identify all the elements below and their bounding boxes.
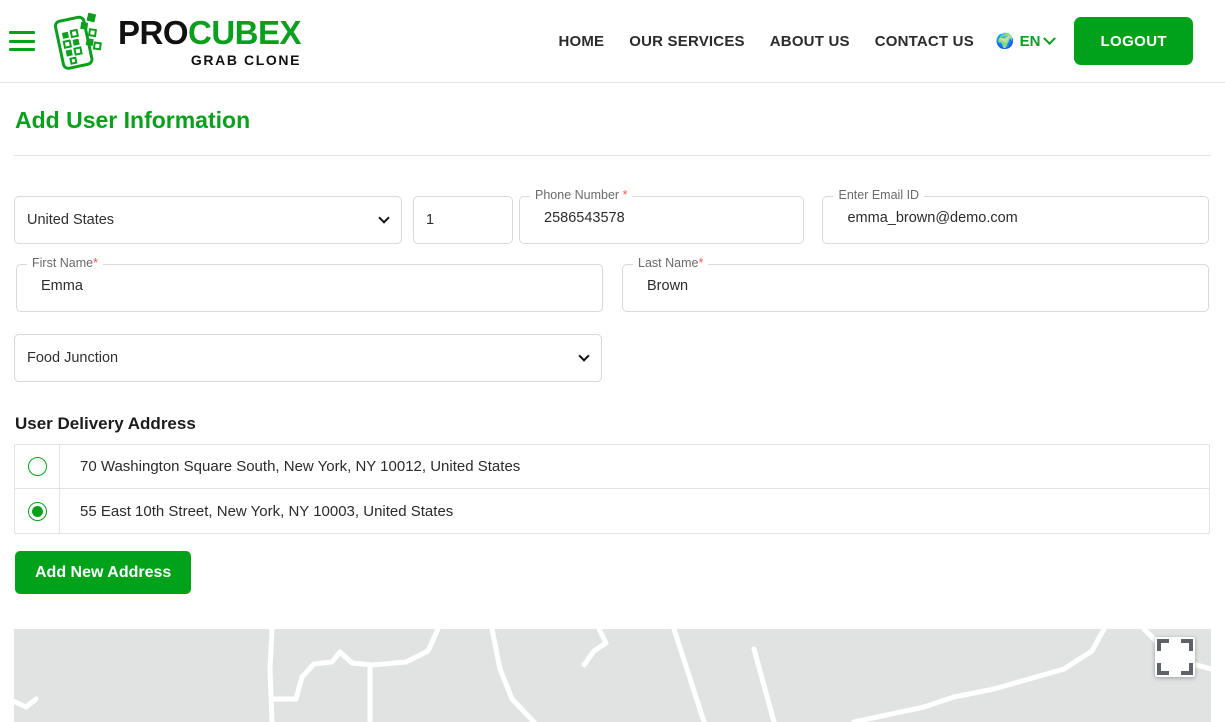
restaurant-select[interactable]: Food Junction	[14, 334, 602, 382]
radio-dot	[32, 506, 43, 517]
language-code: EN	[1020, 33, 1041, 50]
last-name-label-text: Last Name	[638, 256, 698, 270]
address-text: 55 East 10th Street, New York, NY 10003,…	[60, 503, 453, 520]
country-select[interactable]: United States	[14, 196, 402, 244]
first-name-label: First Name*	[27, 257, 103, 270]
last-name-label: Last Name*	[633, 257, 708, 270]
required-asterisk: *	[623, 188, 628, 202]
delivery-map[interactable]	[14, 629, 1211, 722]
hamburger-bar	[9, 40, 35, 43]
main-navigation: HOME OUR SERVICES ABOUT US CONTACT US 🌍 …	[558, 0, 1225, 82]
hamburger-bar	[9, 48, 35, 51]
page-title: Add User Information	[15, 107, 1211, 134]
add-new-address-button[interactable]: Add New Address	[15, 551, 191, 594]
site-header: PROCUBEX GRAB CLONE HOME OUR SERVICES AB…	[0, 0, 1225, 83]
phone-number-label: Phone Number *	[530, 189, 632, 202]
restaurant-select-wrapper: Food Junction	[14, 334, 602, 382]
address-row[interactable]: 55 East 10th Street, New York, NY 10003,…	[15, 489, 1209, 533]
email-field: Enter Email ID	[822, 196, 1209, 244]
required-asterisk: *	[93, 256, 98, 270]
phone-number-label-text: Phone Number	[535, 188, 619, 202]
brand-wordmark: PROCUBEX GRAB CLONE	[118, 16, 301, 67]
hamburger-bar	[9, 31, 35, 34]
chevron-down-icon	[1044, 32, 1057, 45]
address-radio-selected[interactable]	[28, 502, 47, 521]
address-radio-cell[interactable]	[15, 489, 60, 533]
language-selector[interactable]: 🌍 EN	[996, 33, 1055, 50]
map-roads	[14, 629, 1211, 722]
delivery-address-heading: User Delivery Address	[15, 414, 1211, 434]
globe-icon: 🌍	[996, 34, 1015, 49]
nav-our-services[interactable]: OUR SERVICES	[629, 33, 745, 50]
nav-about-us[interactable]: ABOUT US	[770, 33, 850, 50]
first-name-label-text: First Name	[32, 256, 93, 270]
logout-button[interactable]: LOGOUT	[1074, 17, 1193, 65]
country-select-wrapper: United States	[14, 196, 402, 244]
map-fullscreen-button[interactable]	[1155, 637, 1195, 677]
procubex-phone-logo-icon	[53, 12, 111, 70]
fullscreen-icon	[1155, 637, 1195, 677]
brand-name-cubex: CUBEX	[188, 14, 301, 51]
nav-contact-us[interactable]: CONTACT US	[875, 33, 974, 50]
country-code-input[interactable]	[413, 196, 513, 244]
first-name-field: First Name*	[16, 264, 603, 312]
brand-name-pro: PRO	[118, 14, 188, 51]
page-content: Add User Information United States Phone…	[0, 107, 1225, 594]
address-text: 70 Washington Square South, New York, NY…	[60, 458, 520, 475]
last-name-input[interactable]	[635, 271, 1196, 301]
required-asterisk: *	[698, 256, 703, 270]
form-row-contact: United States Phone Number * Enter Email…	[14, 196, 1211, 244]
form-row-restaurant: Food Junction	[14, 334, 1211, 382]
brand-logo[interactable]: PROCUBEX GRAB CLONE	[53, 12, 301, 70]
last-name-field: Last Name*	[622, 264, 1209, 312]
first-name-input[interactable]	[29, 271, 590, 301]
brand-tagline: GRAB CLONE	[118, 53, 301, 67]
phone-number-input[interactable]	[532, 203, 791, 233]
form-row-name: First Name* Last Name*	[14, 264, 1211, 312]
nav-home[interactable]: HOME	[558, 33, 604, 50]
email-label: Enter Email ID	[833, 189, 924, 202]
title-divider	[14, 155, 1211, 156]
address-radio-cell[interactable]	[15, 445, 60, 488]
phone-number-field: Phone Number *	[519, 196, 804, 244]
delivery-address-list: 70 Washington Square South, New York, NY…	[14, 444, 1210, 534]
hamburger-menu-icon[interactable]	[9, 31, 35, 51]
address-row[interactable]: 70 Washington Square South, New York, NY…	[15, 445, 1209, 489]
email-input[interactable]	[835, 203, 1196, 233]
address-radio-unselected[interactable]	[28, 457, 47, 476]
